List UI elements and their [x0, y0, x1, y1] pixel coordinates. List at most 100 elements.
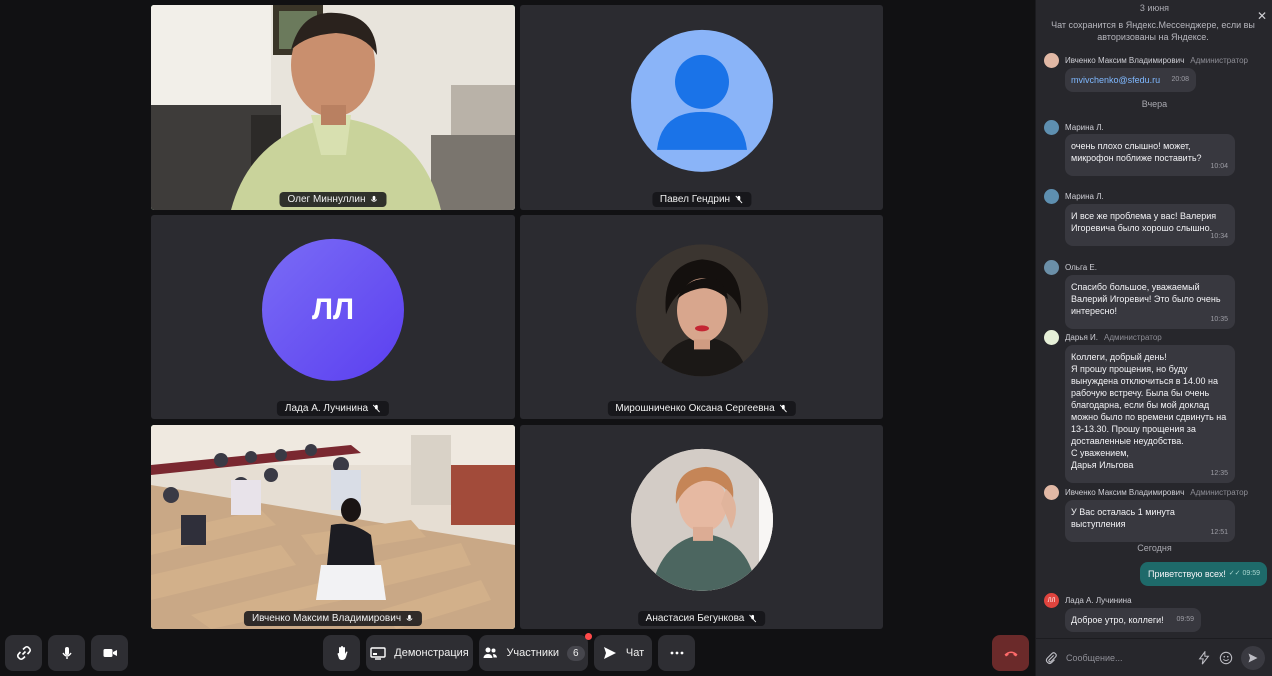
chat-notice: Чат сохранится в Яндекс.Мессенджере, есл…	[1051, 20, 1255, 42]
send-icon	[1248, 653, 1258, 662]
message-bubble[interactable]: И все же проблема у вас! Валерия Игореви…	[1065, 204, 1235, 246]
message-line: Дарья Ильгова	[1071, 460, 1134, 470]
message-time: 12:51	[1210, 529, 1228, 536]
participant-name-label: Олег Миннуллин	[279, 192, 387, 207]
author-name: Ивченко Максим Владимирович	[1065, 56, 1185, 65]
participant-tile-anastasia[interactable]: Анастасия Бегункова	[520, 425, 883, 629]
avatar-initials: ЛЛ	[311, 292, 355, 326]
notification-dot	[585, 633, 592, 640]
message-text: очень плохо слышно! может, микрофон побл…	[1071, 141, 1202, 163]
participant-tile-lada[interactable]: ЛЛ Лада А. Лучинина	[151, 215, 515, 419]
message-author: Ивченко Максим Владимирович Администрато…	[1044, 53, 1248, 68]
camera-button[interactable]	[91, 635, 128, 671]
participant-name-label: Мирошниченко Оксана Сергеевна	[607, 401, 796, 416]
photo-avatar	[630, 448, 773, 591]
mic-off-icon	[735, 195, 743, 204]
mic-off-icon	[779, 404, 787, 413]
participants-count-badge: 6	[567, 645, 585, 661]
link-icon	[16, 645, 31, 661]
message-bubble[interactable]: Доброе утро, коллеги! 09:59	[1065, 608, 1201, 632]
raise-hand-button[interactable]	[323, 635, 360, 671]
author-avatar	[1044, 53, 1059, 68]
mic-on-icon	[370, 195, 378, 202]
video-grid: Олег Миннуллин Павел Гендрин ЛЛ Лада А. …	[0, 0, 1035, 676]
message-time: 10:04	[1210, 163, 1228, 170]
mic-on-icon	[406, 614, 413, 621]
participant-name: Ивченко Максим Владимирович	[251, 613, 402, 624]
participants-label: Участники	[506, 647, 559, 659]
own-message-bubble[interactable]: Приветствую всех! ✓✓ 09:59	[1140, 562, 1267, 586]
author-role: Администратор	[1190, 488, 1248, 497]
chat-button[interactable]: Чат	[594, 635, 652, 671]
participant-name: Лада А. Лучинина	[284, 403, 369, 414]
chat-input-bar: Сообщение...	[1036, 638, 1272, 676]
message-author: Ольга Е.	[1044, 260, 1097, 275]
participants-button[interactable]: Участники 6	[479, 633, 592, 671]
participant-name: Мирошниченко Оксана Сергеевна	[615, 403, 775, 414]
author-role: Администратор	[1190, 56, 1248, 65]
emoji-icon[interactable]	[1219, 651, 1233, 665]
message-line: Я прошу прощения, но буду вынуждена откл…	[1071, 364, 1227, 446]
more-options-button[interactable]	[658, 635, 695, 671]
camera-icon	[103, 649, 117, 657]
message-text: Доброе утро, коллеги!	[1071, 615, 1164, 625]
author-avatar	[1044, 330, 1059, 345]
chat-label: Чат	[625, 647, 645, 659]
participant-tile-ivchenko[interactable]: Ивченко Максим Владимирович	[151, 425, 515, 629]
message-input[interactable]: Сообщение...	[1066, 653, 1189, 663]
message-author: ЛЛ Лада А. Лучинина	[1044, 593, 1132, 608]
screen-share-button[interactable]: Демонстрация	[366, 635, 473, 671]
message-time: ✓✓ 09:59	[1228, 570, 1260, 577]
message-author: Ивченко Максим Владимирович Администрато…	[1044, 485, 1248, 500]
message-author: Марина Л.	[1044, 120, 1104, 135]
message-bubble[interactable]: Спасибо большое, уважаемый Валерий Игоре…	[1065, 275, 1235, 329]
chat-panel: 3 июня ✕ Чат сохранится в Яндекс.Мессенд…	[1035, 0, 1272, 676]
author-name: Лада А. Лучинина	[1065, 596, 1132, 605]
avatar-initials: ЛЛ	[1047, 597, 1056, 604]
video-feed	[151, 425, 515, 629]
author-name: Марина Л.	[1065, 123, 1104, 132]
video-feed	[151, 5, 515, 210]
message-bubble[interactable]: Коллеги, добрый день! Я прошу прощения, …	[1065, 345, 1235, 483]
participant-tile-pavel[interactable]: Павел Гендрин	[520, 5, 883, 210]
participant-tile-oksana[interactable]: Мирошниченко Оксана Сергеевна	[520, 215, 883, 419]
participants-icon	[483, 647, 498, 658]
author-avatar	[1044, 260, 1059, 275]
message-time: 09:59	[1176, 616, 1194, 623]
message-author: Дарья И. Администратор	[1044, 330, 1162, 345]
mic-off-icon	[749, 614, 757, 623]
copy-link-button[interactable]	[5, 635, 42, 671]
lightning-icon[interactable]	[1197, 650, 1211, 665]
participant-name: Анастасия Бегункова	[645, 613, 745, 624]
message-bubble[interactable]: mvivchenko@sfedu.ru 20:08	[1065, 68, 1196, 92]
author-avatar: ЛЛ	[1044, 593, 1059, 608]
hand-icon	[337, 646, 347, 660]
microphone-button[interactable]	[48, 635, 85, 671]
email-link[interactable]: mvivchenko@sfedu.ru	[1071, 75, 1160, 85]
message-time: 10:35	[1210, 316, 1228, 323]
message-bubble[interactable]: очень плохо слышно! может, микрофон побл…	[1065, 134, 1235, 176]
author-name: Ольга Е.	[1065, 263, 1097, 272]
meeting-toolbar: Демонстрация Участники 6 Чат	[0, 632, 1035, 676]
message-author: Марина Л.	[1044, 189, 1104, 204]
hang-up-button[interactable]	[992, 635, 1029, 671]
message-bubble[interactable]: У Вас осталась 1 минута выступления 12:5…	[1065, 500, 1235, 542]
send-button[interactable]	[1241, 645, 1265, 670]
message-text: Приветствую всех!	[1148, 569, 1226, 579]
participant-name: Олег Миннуллин	[287, 194, 366, 205]
send-arrow-icon	[603, 647, 616, 659]
message-time-value: 09:59	[1242, 570, 1260, 577]
screen-share-icon	[370, 647, 386, 660]
close-icon[interactable]: ✕	[1257, 9, 1267, 23]
message-time: 10:34	[1210, 233, 1228, 240]
participant-tile-oleg[interactable]: Олег Миннуллин	[151, 5, 515, 210]
message-text: И все же проблема у вас! Валерия Игореви…	[1071, 211, 1217, 233]
message-text: Спасибо большое, уважаемый Валерий Игоре…	[1071, 282, 1221, 316]
paperclip-icon[interactable]	[1044, 651, 1058, 665]
author-avatar	[1044, 189, 1059, 204]
chat-messages[interactable]: 3 июня ✕ Чат сохранится в Яндекс.Мессенд…	[1036, 0, 1272, 638]
phone-hangup-icon	[1004, 651, 1017, 657]
message-time: 20:08	[1171, 76, 1189, 83]
message-line: С уважением,	[1071, 448, 1129, 458]
author-avatar	[1044, 485, 1059, 500]
